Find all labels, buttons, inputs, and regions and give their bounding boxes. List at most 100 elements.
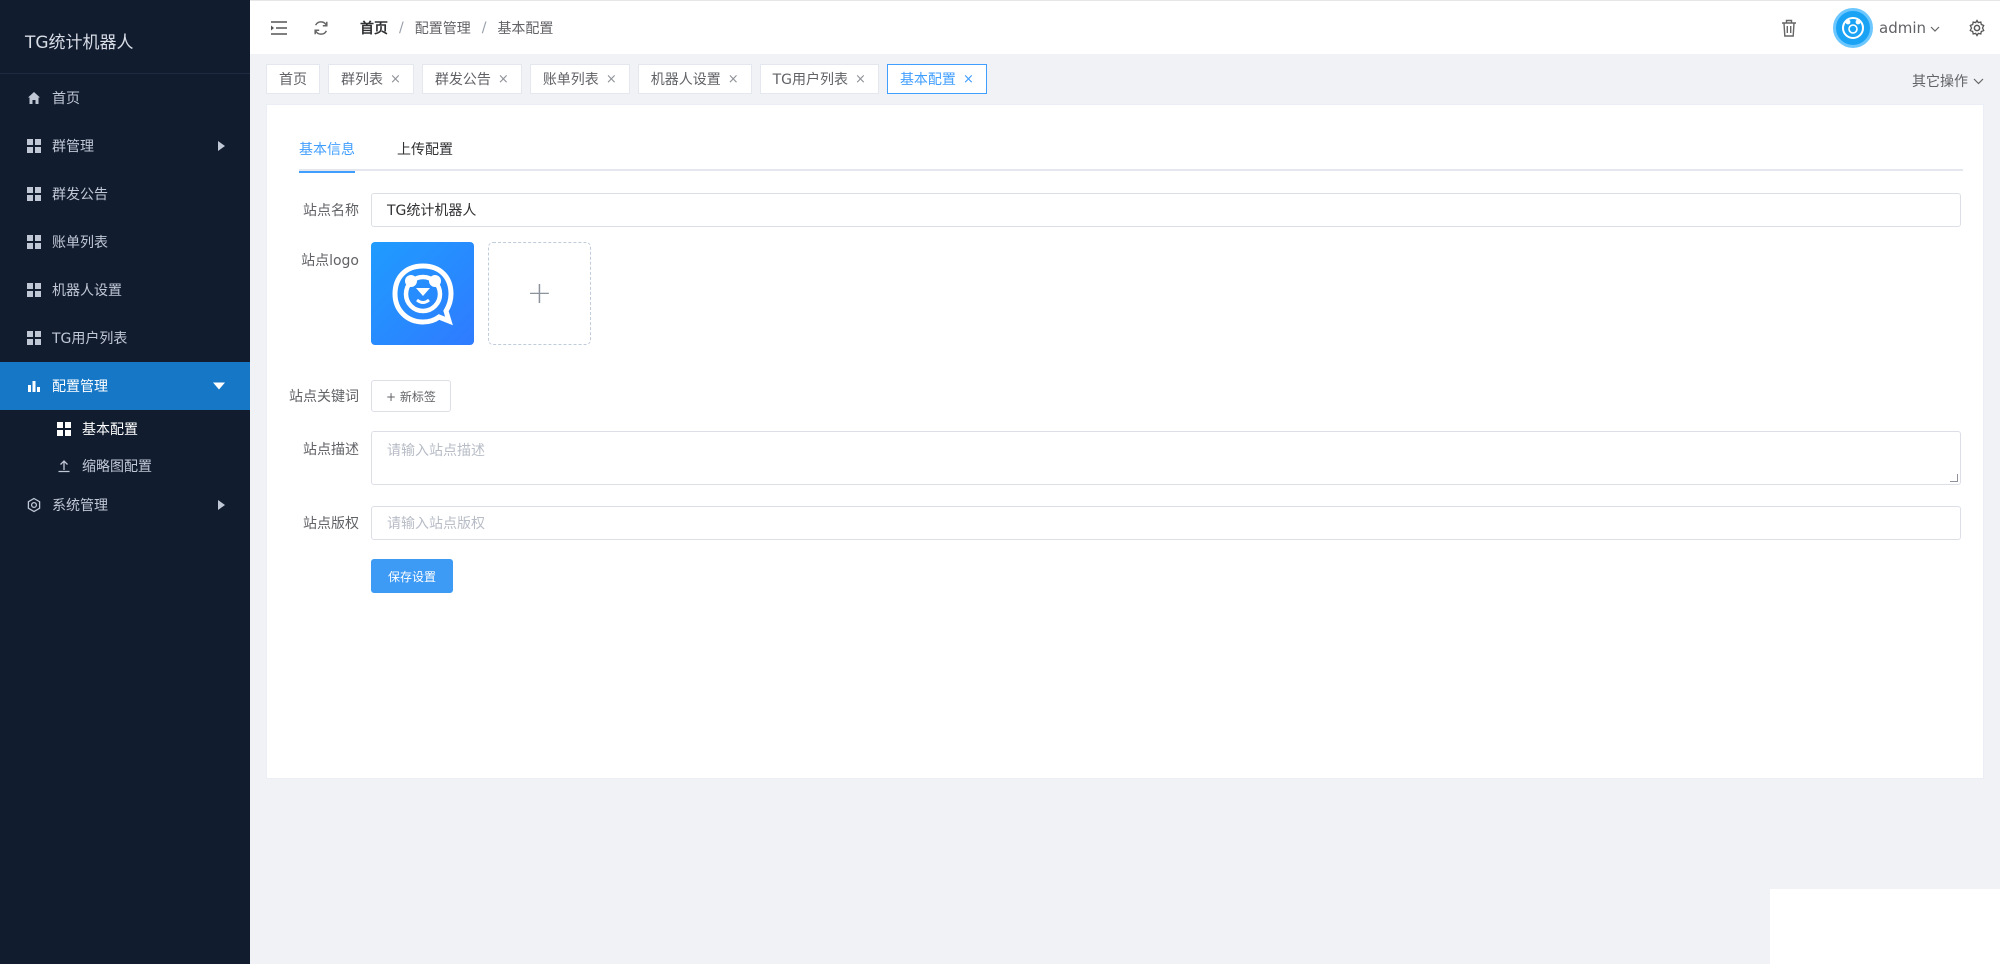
avatar[interactable] bbox=[1833, 8, 1873, 48]
close-icon[interactable]: × bbox=[390, 72, 401, 87]
sidebar-subitem-label: 缩略图配置 bbox=[82, 458, 152, 475]
tab-label: 机器人设置 bbox=[650, 72, 721, 88]
chevron-down-icon bbox=[1973, 73, 1984, 89]
sidebar-item-system[interactable]: 系统管理 bbox=[0, 484, 250, 526]
config-card: 基本信息 上传配置 站点名称 TG统计机器人 站点logo + 站点关键词 + … bbox=[266, 104, 1984, 779]
sidebar-item-label: 群管理 bbox=[52, 139, 94, 155]
tab-basic-info[interactable]: 基本信息 bbox=[299, 129, 355, 173]
home-icon bbox=[26, 90, 42, 106]
grid-icon bbox=[26, 330, 42, 346]
grid-icon bbox=[26, 282, 42, 298]
tab-broadcast[interactable]: 群发公告 × bbox=[421, 64, 522, 94]
upload-icon bbox=[56, 458, 72, 474]
keywords-label: 站点关键词 bbox=[289, 389, 359, 405]
sidebar: TG统计机器人 首页 群管理 群发公告 账单列表 机器人设置 TG用户列表 配置… bbox=[0, 0, 250, 964]
caret-right-icon bbox=[218, 500, 225, 510]
close-icon[interactable]: × bbox=[606, 72, 617, 87]
description-label: 站点描述 bbox=[303, 442, 359, 458]
tab-label: TG用户列表 bbox=[772, 72, 849, 88]
sidebar-item-config[interactable]: 配置管理 bbox=[0, 362, 250, 410]
sidebar-item-broadcast[interactable]: 群发公告 bbox=[0, 170, 250, 218]
tab-tg-users[interactable]: TG用户列表 × bbox=[759, 64, 879, 94]
panel-tabs: 基本信息 上传配置 bbox=[299, 129, 1963, 173]
grid-icon bbox=[26, 234, 42, 250]
sidebar-item-label: 系统管理 bbox=[52, 498, 108, 514]
bar-chart-icon bbox=[26, 378, 42, 394]
tab-label: 账单列表 bbox=[542, 72, 599, 88]
sidebar-item-home[interactable]: 首页 bbox=[0, 74, 250, 122]
tab-bot-settings[interactable]: 机器人设置 × bbox=[637, 64, 752, 94]
gear-icon[interactable] bbox=[1966, 17, 1988, 39]
copyright-label: 站点版权 bbox=[303, 516, 359, 532]
caret-right-icon bbox=[218, 141, 225, 151]
other-operations-label: 其它操作 bbox=[1912, 74, 1968, 90]
description-placeholder: 请输入站点描述 bbox=[387, 443, 485, 459]
blank-area bbox=[1770, 889, 2000, 964]
upload-button[interactable]: + bbox=[488, 242, 591, 345]
tab-home[interactable]: 首页 bbox=[266, 64, 320, 94]
sidebar-item-label: 机器人设置 bbox=[52, 283, 122, 299]
breadcrumb: 首页 / 配置管理 / 基本配置 bbox=[360, 18, 553, 38]
grid-icon bbox=[26, 138, 42, 154]
form-row-keywords: 站点关键词 + 新标签 bbox=[267, 380, 1961, 412]
sidebar-item-bot-settings[interactable]: 机器人设置 bbox=[0, 266, 250, 314]
form-row-actions: 保存设置 bbox=[267, 559, 1961, 593]
sidebar-item-label: 配置管理 bbox=[52, 379, 108, 395]
close-icon[interactable]: × bbox=[728, 72, 739, 87]
tab-upload-config[interactable]: 上传配置 bbox=[397, 129, 453, 171]
breadcrumb-separator: / bbox=[481, 19, 487, 36]
sidebar-item-label: 账单列表 bbox=[52, 235, 108, 251]
sidebar-item-label: 群发公告 bbox=[52, 187, 108, 203]
tab-label: 基本配置 bbox=[899, 72, 956, 88]
sidebar-item-bills[interactable]: 账单列表 bbox=[0, 218, 250, 266]
sidebar-item-label: TG用户列表 bbox=[52, 331, 128, 347]
save-button[interactable]: 保存设置 bbox=[371, 559, 454, 593]
close-icon[interactable]: × bbox=[498, 72, 509, 87]
tab-bills[interactable]: 账单列表 × bbox=[529, 64, 630, 94]
menu-fold-icon[interactable] bbox=[268, 17, 290, 39]
sidebar-subitem-label: 基本配置 bbox=[82, 421, 138, 438]
site-logo-label: 站点logo bbox=[301, 253, 359, 269]
user-name: admin bbox=[1879, 19, 1926, 37]
refresh-icon[interactable] bbox=[310, 17, 332, 39]
grid-icon bbox=[56, 421, 72, 437]
brand-title: TG统计机器人 bbox=[0, 0, 250, 74]
settings-icon bbox=[26, 497, 42, 513]
form-row-description: 站点描述 请输入站点描述 bbox=[267, 431, 1961, 485]
tab-label: 群列表 bbox=[341, 72, 383, 88]
resize-handle-icon[interactable] bbox=[1950, 474, 1958, 482]
sidebar-item-tg-users[interactable]: TG用户列表 bbox=[0, 314, 250, 362]
caret-down-icon bbox=[213, 382, 225, 390]
sidebar-subitem-thumbnail-config[interactable]: 缩略图配置 bbox=[0, 447, 250, 484]
tab-label: 群发公告 bbox=[434, 72, 491, 88]
tab-basic-config[interactable]: 基本配置 × bbox=[886, 64, 987, 94]
sidebar-nav: 首页 群管理 群发公告 账单列表 机器人设置 TG用户列表 配置管理 基本配置 … bbox=[0, 74, 250, 526]
tags-view: 首页 群列表 × 群发公告 × 账单列表 × 机器人设置 × TG用户列表 × … bbox=[250, 54, 2000, 104]
sidebar-subitem-basic-config[interactable]: 基本配置 bbox=[0, 410, 250, 447]
form-row-site-logo: 站点logo + bbox=[267, 242, 1961, 345]
other-operations-dropdown[interactable]: 其它操作 bbox=[1912, 71, 1984, 91]
logo-uploader: + bbox=[371, 242, 591, 345]
trash-icon[interactable] bbox=[1777, 16, 1801, 40]
new-tag-button[interactable]: + 新标签 bbox=[371, 380, 451, 412]
top-header: 首页 / 配置管理 / 基本配置 admin bbox=[250, 0, 2000, 54]
form-row-site-name: 站点名称 TG统计机器人 bbox=[267, 193, 1961, 227]
actions-spacer bbox=[267, 559, 371, 593]
chevron-down-icon bbox=[1930, 19, 1940, 37]
tab-group-list[interactable]: 群列表 × bbox=[328, 64, 414, 94]
close-icon[interactable]: × bbox=[963, 72, 974, 87]
close-icon[interactable]: × bbox=[855, 72, 866, 87]
copyright-input[interactable]: 请输入站点版权 bbox=[371, 506, 1961, 540]
breadcrumb-home[interactable]: 首页 bbox=[360, 18, 388, 38]
form-row-copyright: 站点版权 请输入站点版权 bbox=[267, 506, 1961, 540]
breadcrumb-config[interactable]: 配置管理 bbox=[415, 18, 471, 38]
breadcrumb-current: 基本配置 bbox=[497, 20, 554, 37]
sidebar-item-group-manage[interactable]: 群管理 bbox=[0, 122, 250, 170]
tab-label: 首页 bbox=[279, 72, 307, 88]
header-actions: admin bbox=[1777, 1, 2000, 55]
site-logo-image[interactable] bbox=[371, 242, 474, 345]
grid-icon bbox=[26, 186, 42, 202]
site-name-input[interactable]: TG统计机器人 bbox=[371, 193, 1961, 227]
user-menu[interactable]: admin bbox=[1879, 19, 1940, 37]
description-textarea[interactable]: 请输入站点描述 bbox=[371, 431, 1961, 485]
